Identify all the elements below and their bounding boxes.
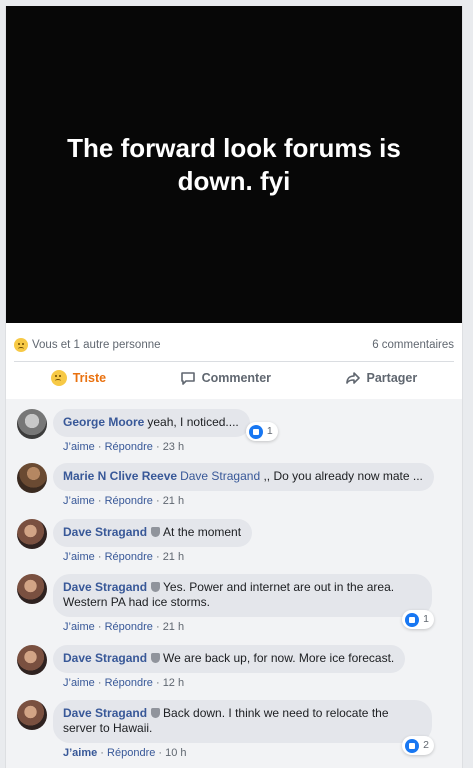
thumbs-up-icon (405, 612, 420, 627)
shield-badge-icon (151, 527, 161, 537)
timestamp[interactable]: 12 h (163, 677, 184, 689)
reply-link[interactable]: Répondre (105, 677, 153, 689)
like-link[interactable]: J’aime (63, 747, 97, 759)
like-link[interactable]: J’aime (63, 621, 95, 633)
comment-bubble: George Moore yeah, I noticed.... 1 (53, 409, 278, 441)
comment-mention[interactable]: Dave Stragand (180, 469, 260, 483)
timestamp[interactable]: 21 h (163, 621, 184, 633)
avatar[interactable] (17, 645, 47, 675)
shield-badge-icon (151, 708, 161, 718)
comment-bubble: Dave Stragand We are back up, for now. Mo… (53, 645, 406, 673)
comment-text: yeah, I noticed.... (147, 415, 239, 429)
comment-text: At the moment (163, 525, 242, 539)
action-bar: Triste Commenter Partager (14, 362, 454, 394)
reply-link[interactable]: Répondre (105, 621, 153, 633)
comment-author[interactable]: Marie N Clive Reeve (63, 469, 177, 483)
comment-author[interactable]: Dave Stragand (63, 706, 147, 720)
comment-meta: J’aime · Répondre · 12 h (63, 677, 185, 689)
comment-author[interactable]: George Moore (63, 415, 144, 429)
sad-face-icon (50, 370, 67, 386)
comment: Dave Stragand We are back up, for now. Mo… (17, 645, 406, 689)
comment-meta: J’aime · Répondre · 21 h (63, 551, 185, 563)
reply-link[interactable]: Répondre (107, 747, 155, 759)
shield-badge-icon (151, 582, 161, 592)
comment-bubble: Dave Stragand Yes. Power and internet are… (53, 574, 434, 629)
reply-link[interactable]: Répondre (105, 495, 153, 507)
share-button[interactable]: Partager (345, 370, 417, 386)
like-count[interactable]: 1 (245, 422, 278, 441)
timestamp[interactable]: 10 h (165, 747, 186, 759)
comment-author[interactable]: Dave Stragand (63, 525, 147, 539)
comment-meta: J’aime · Répondre · 23 h (63, 441, 185, 453)
comment-text: We are back up, for now. More ice foreca… (163, 651, 395, 665)
comment-author[interactable]: Dave Stragand (63, 580, 147, 594)
like-count[interactable]: 1 (402, 610, 434, 629)
comment: Dave Stragand Back down. I think we need … (17, 700, 434, 759)
like-count[interactable]: 2 (402, 736, 434, 755)
reaction-summary: Vous et 1 autre personne 6 commentaires (14, 331, 454, 359)
like-link[interactable]: J’aime (63, 441, 95, 453)
avatar[interactable] (17, 700, 47, 730)
comment: Marie N Clive Reeve Dave Stragand ,, Do y… (17, 463, 434, 507)
comment-meta: J’aime · Répondre · 21 h (63, 621, 185, 633)
comment-bubble: Dave Stragand At the moment (53, 519, 253, 547)
comment-meta: J’aime · Répondre · 21 h (63, 495, 185, 507)
shield-badge-icon (151, 653, 161, 663)
sad-face-icon (14, 338, 28, 352)
comment: Dave Stragand Yes. Power and internet are… (17, 574, 434, 633)
comment-bubble: Dave Stragand Back down. I think we need … (53, 700, 434, 755)
timestamp[interactable]: 21 h (163, 551, 184, 563)
reply-link[interactable]: Répondre (105, 551, 153, 563)
thumbs-up-icon (248, 424, 263, 439)
comments-section: George Moore yeah, I noticed.... 1 J’aime… (6, 399, 462, 768)
avatar[interactable] (17, 574, 47, 604)
comment-button[interactable]: Commenter (180, 370, 271, 386)
react-button[interactable]: Triste (50, 370, 106, 386)
comment-author[interactable]: Dave Stragand (63, 651, 147, 665)
avatar[interactable] (17, 409, 47, 439)
reply-link[interactable]: Répondre (105, 441, 153, 453)
like-link[interactable]: J’aime (63, 551, 95, 563)
timestamp[interactable]: 23 h (163, 441, 184, 453)
avatar[interactable] (17, 463, 47, 493)
like-link[interactable]: J’aime (63, 495, 95, 507)
post-image[interactable]: The forward look forums is down. fyi (6, 6, 462, 323)
thumbs-up-icon (405, 738, 420, 753)
comment: Dave Stragand At the moment J’aime · Répo… (17, 519, 253, 563)
post-card: The forward look forums is down. fyi Vou… (5, 6, 463, 768)
speech-bubble-icon (180, 372, 195, 385)
comment-bubble: Marie N Clive Reeve Dave Stragand ,, Do y… (53, 463, 434, 491)
reactions-text[interactable]: Vous et 1 autre personne (32, 339, 161, 351)
share-arrow-icon (345, 372, 360, 384)
comment: George Moore yeah, I noticed.... 1 J’aime… (17, 409, 278, 453)
timestamp[interactable]: 21 h (163, 495, 184, 507)
comment-text: ,, Do you already now mate ... (263, 469, 423, 483)
avatar[interactable] (17, 519, 47, 549)
like-link[interactable]: J’aime (63, 677, 95, 689)
post-text: The forward look forums is down. fyi (67, 132, 401, 196)
comment-meta: J’aime · Répondre · 10 h (63, 747, 187, 759)
comment-count[interactable]: 6 commentaires (372, 339, 454, 351)
